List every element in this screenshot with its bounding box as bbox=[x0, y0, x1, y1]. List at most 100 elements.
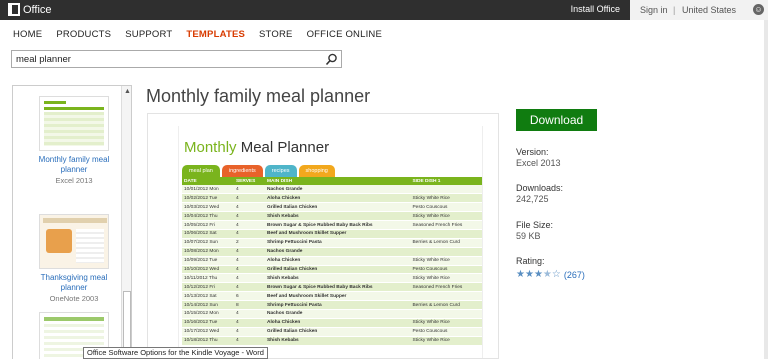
table-cell: Shish Kebabs bbox=[264, 336, 411, 346]
table-cell: 4 bbox=[233, 336, 265, 346]
template-preview: Monthly Meal Planner meal plan ingredient… bbox=[147, 113, 499, 359]
taskbar-tooltip: Office Software Options for the Kindle V… bbox=[83, 347, 268, 359]
table-cell bbox=[410, 229, 482, 239]
table-cell: 10/13/2012 Sat bbox=[182, 291, 234, 302]
nav-products[interactable]: PRODUCTS bbox=[56, 29, 111, 40]
file-size-value: 59 KB bbox=[516, 231, 541, 241]
table-cell: Aloha Chicken bbox=[264, 256, 411, 266]
table-cell: 10/09/2012 Tue bbox=[182, 256, 234, 266]
table-cell: 10/02/2012 Tue bbox=[182, 193, 234, 204]
table-cell: 4 bbox=[233, 282, 265, 293]
spreadsheet-title-rest: Meal Planner bbox=[236, 139, 330, 156]
table-cell: Sticky White Rice bbox=[410, 273, 482, 284]
template-card-title[interactable]: Thanksgiving meal planner bbox=[29, 273, 119, 293]
search-box bbox=[11, 50, 342, 68]
nav-templates[interactable]: TEMPLATES bbox=[186, 29, 245, 40]
star-icon: ★ bbox=[533, 269, 543, 280]
template-card[interactable]: Monthly family meal planner Excel 2013 bbox=[29, 96, 119, 185]
table-cell: Nachos Grande bbox=[264, 309, 411, 319]
sheet-tab[interactable]: ingredients bbox=[221, 165, 263, 177]
sheet-tabs: meal plan ingredients recipes shopping bbox=[182, 165, 335, 177]
rating-label: Rating: bbox=[516, 256, 545, 266]
nav-office-online[interactable]: OFFICE ONLINE bbox=[307, 29, 382, 40]
search-icon[interactable] bbox=[325, 53, 338, 66]
table-row: 10/11/2012 Thu 4 Shish Kebabs Sticky White … bbox=[182, 273, 482, 284]
separator: | bbox=[673, 5, 676, 15]
table-cell: 4 bbox=[233, 229, 265, 239]
nav-home[interactable]: HOME bbox=[13, 29, 42, 40]
feedback-smiley-icon[interactable]: ☺ bbox=[753, 4, 764, 15]
table-cell: Pesto Couscous bbox=[410, 327, 482, 337]
table-row: 10/10/2012 Wed 4 Grilled Italian Chicken Pe… bbox=[182, 265, 482, 275]
table-cell: Grilled Italian Chicken bbox=[264, 265, 411, 275]
rail-scrollbar[interactable]: ▲ bbox=[121, 86, 131, 359]
sheet-tab[interactable]: recipes bbox=[264, 165, 297, 177]
table-cell: 10/11/2012 Thu bbox=[182, 273, 234, 284]
page-title: Monthly family meal planner bbox=[146, 86, 371, 106]
version-label: Version: bbox=[516, 147, 549, 157]
table-cell: Pesto Couscous bbox=[410, 265, 482, 275]
office-logo-icon bbox=[8, 3, 20, 16]
rating-stars[interactable]: ★ ★ ★ ★ ☆ (267) bbox=[516, 269, 585, 281]
table-cell: Seasoned French Fries bbox=[410, 282, 482, 293]
downloads-label: Downloads: bbox=[516, 183, 564, 193]
table-cell: 10/08/2012 Mon bbox=[182, 247, 234, 257]
nav-support[interactable]: SUPPORT bbox=[125, 29, 172, 40]
table-row: 10/09/2012 Tue 4 Aloha Chicken Sticky White… bbox=[182, 256, 482, 266]
table-cell: 4 bbox=[233, 193, 265, 204]
table-cell: 4 bbox=[233, 256, 265, 266]
table-row: 10/07/2012 Sun 2 Shrimp Fettuccini Pasta Be… bbox=[182, 238, 482, 248]
table-cell: 4 bbox=[233, 185, 265, 195]
sign-in-link[interactable]: Sign in bbox=[640, 5, 668, 15]
table-cell: Aloha Chicken bbox=[264, 318, 411, 328]
table-cell: Sticky White Rice bbox=[410, 211, 482, 222]
table-cell: Beef and Mushroom Skillet Supper bbox=[264, 229, 411, 239]
column-header: SERVES bbox=[233, 177, 265, 185]
table-cell: Beef and Mushroom Skillet Supper bbox=[264, 291, 411, 302]
table-row: 10/12/2012 Fri 4 Brown Sugar & Spice Rubbe… bbox=[182, 282, 482, 293]
table-cell: Aloha Chicken bbox=[264, 193, 411, 204]
column-header: MAIN DISH bbox=[264, 177, 411, 185]
table-row: 10/01/2012 Mon 4 Nachos Grande bbox=[182, 185, 482, 195]
download-button[interactable]: Download bbox=[516, 109, 597, 131]
star-icon: ☆ bbox=[551, 269, 561, 280]
file-size-label: File Size: bbox=[516, 220, 554, 230]
table-cell: 10/15/2012 Mon bbox=[182, 309, 234, 319]
table-cell: 10/17/2012 Wed bbox=[182, 327, 234, 337]
star-icon: ★ bbox=[542, 269, 552, 280]
rating-count[interactable]: (267) bbox=[564, 270, 585, 280]
table-cell: 10/01/2012 Mon bbox=[182, 185, 234, 195]
template-card-title[interactable]: Monthly family meal planner bbox=[29, 155, 119, 175]
search-input[interactable] bbox=[16, 53, 316, 66]
scroll-up-arrow-icon[interactable]: ▲ bbox=[124, 88, 131, 95]
table-row: 10/13/2012 Sat 6 Beef and Mushroom Skillet… bbox=[182, 291, 482, 302]
table-cell: 6 bbox=[233, 291, 265, 302]
star-icon: ★ bbox=[516, 269, 525, 280]
table-cell bbox=[410, 291, 482, 302]
office-logo[interactable]: Office bbox=[8, 3, 52, 16]
meal-plan-table: DATE SERVES MAIN DISH SIDE DISH 1 10/01/201… bbox=[182, 177, 482, 346]
install-office-link[interactable]: Install Office bbox=[571, 4, 620, 14]
table-cell: 4 bbox=[233, 318, 265, 328]
template-card[interactable]: Thanksgiving meal planner OneNote 2003 bbox=[29, 214, 119, 303]
table-cell: 10/03/2012 Wed bbox=[182, 202, 234, 213]
table-cell: 10/06/2012 Sat bbox=[182, 229, 234, 239]
table-cell: Brown Sugar & Spice Rubbed Baby Back Rib… bbox=[264, 282, 411, 293]
sheet-tab[interactable]: meal plan bbox=[182, 165, 220, 177]
table-cell bbox=[410, 309, 482, 319]
table-row: 10/08/2012 Mon 4 Nachos Grande bbox=[182, 247, 482, 257]
table-cell: Berries & Lemon Curd bbox=[410, 238, 482, 248]
template-thumbnail[interactable] bbox=[39, 214, 109, 269]
table-row: 10/05/2012 Fri 4 Brown Sugar & Spice Rubbe… bbox=[182, 220, 482, 230]
sheet-tab[interactable]: shopping bbox=[298, 165, 335, 177]
template-thumbnail[interactable] bbox=[39, 96, 109, 151]
page-scrollbar[interactable] bbox=[764, 20, 768, 359]
table-cell: Nachos Grande bbox=[264, 185, 411, 195]
table-cell: Sticky White Rice bbox=[410, 336, 482, 346]
spreadsheet-title: Monthly Meal Planner bbox=[184, 139, 329, 156]
spreadsheet-title-accent: Monthly bbox=[184, 139, 237, 156]
table-cell bbox=[410, 247, 482, 257]
nav-store[interactable]: STORE bbox=[259, 29, 293, 40]
table-cell: 10/10/2012 Wed bbox=[182, 265, 234, 275]
country-selector[interactable]: United States bbox=[682, 5, 736, 15]
